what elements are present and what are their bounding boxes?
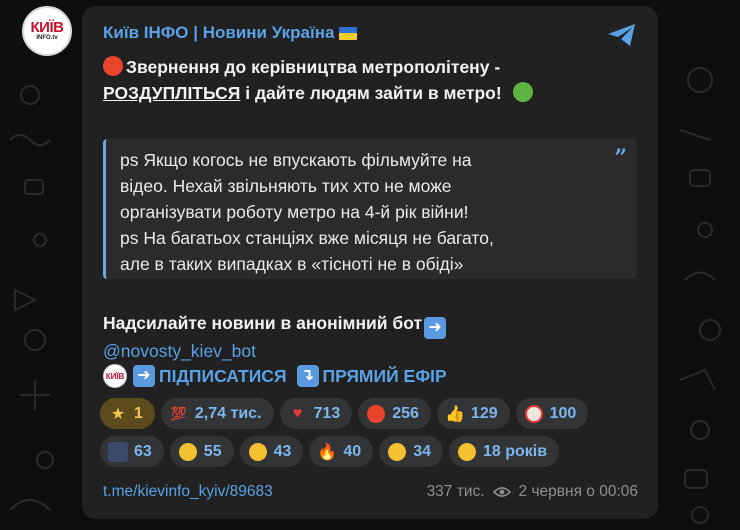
message-bubble: Київ ІНФО | Новини Україна Звернення до … [82,6,658,519]
reactions-row-1: ★ 1 💯 2,74 тис. ♥ 713 256 👍 129 100 [100,398,640,429]
channel-avatar[interactable]: КИЇВ INFO.tv [22,6,72,56]
share-icon[interactable] [606,22,638,48]
ukraine-flag-icon [338,26,357,40]
message-line-1: Звернення до керівництва метрополітену - [103,56,500,78]
reaction-angry[interactable]: 256 [358,398,431,429]
star-icon: ★ [110,405,126,423]
reactions-area: ★ 1 💯 2,74 тис. ♥ 713 256 👍 129 100 63 5… [100,398,640,474]
angry-face-icon [366,404,386,424]
reaction-count: 40 [343,442,362,460]
quote-line: але в таких випадках в «тісноті не в обі… [120,254,464,274]
post-link[interactable]: t.me/kievinfo_kyiv/89683 [103,483,273,501]
quote-line: організувати роботу метро на 4-й рік вій… [120,202,469,222]
reaction-hundred[interactable]: 💯 2,74 тис. [160,398,274,429]
laughing-face-icon [248,442,268,462]
grin-face-icon [457,442,477,462]
reaction-count: 129 [470,404,498,422]
subscribe-link[interactable]: ПІДПИСАТИСЯ [159,366,287,387]
reaction-star[interactable]: ★ 1 [100,398,155,429]
bot-handle-link[interactable]: @novosty_kiev_bot [103,341,256,362]
post-date: 2 червня о 00:06 [518,483,638,500]
reaction-count: 100 [549,404,577,422]
eye-icon [492,487,511,497]
reaction-count: 18 років [482,442,548,460]
views-count: 337 тис. [426,483,485,500]
quote-line: відео. Нехай звільняють тих хто не може [120,176,452,196]
reaction-count: 34 [413,442,431,460]
quote-line: ps На багатьох станціях вже місяця не ба… [120,228,494,248]
reaction-laughing[interactable]: 43 [239,436,304,467]
cta-text: Надсилайте новини в анонімний бот [103,313,423,333]
reaction-grin[interactable]: 18 років [448,436,560,467]
down-arrow-icon: ↴ [296,365,319,387]
right-arrow-icon: ➜ [424,317,447,339]
reaction-count: 2,74 тис. [194,404,262,422]
heart-icon: ♥ [292,404,303,422]
nauseated-face-icon [512,82,533,102]
subscribe-row: КИЇВ ➜ ПІДПИСАТИСЯ ↴ ПРЯМИЙ ЕФІР [103,364,447,388]
avatar-logo-text: КИЇВ [30,19,64,36]
reaction-count: 713 [313,404,341,422]
right-arrow-icon: ➜ [133,365,155,387]
reaction-fire[interactable]: 🔥 40 [309,436,374,467]
hundred-icon: 💯 [170,405,187,421]
underlined-shout: РОЗДУПЛІТЬСЯ [103,83,241,103]
fire-icon: 🔥 [317,443,338,461]
post-meta: 337 тис. 2 червня о 00:06 [427,483,638,501]
person-photo-icon [108,441,128,462]
reaction-mind-blown[interactable]: 34 [379,436,443,467]
reaction-heart[interactable]: ♥ 713 [279,398,353,429]
live-link[interactable]: ПРЯМИЙ ЕФІР [323,366,447,387]
reaction-screaming[interactable]: 55 [169,436,234,467]
screaming-face-icon [178,442,198,462]
channel-mini-logo-icon: КИЇВ [103,364,127,388]
reaction-thumbs-up[interactable]: 👍 129 [436,398,510,429]
channel-name[interactable]: Київ ІНФО | Новини Україна [103,23,335,43]
channel-name-header[interactable]: Київ ІНФО | Новини Україна [103,23,357,43]
reaction-count: 43 [273,442,292,460]
reaction-count: 55 [203,442,222,460]
quote-block: ” ps Якщо когось не впускають фільмуйте … [103,139,637,279]
thumbs-up-icon: 👍 [444,405,465,423]
message-line-2: РОЗДУПЛІТЬСЯ і дайте людям зайти в метро… [103,82,536,104]
angry-face-icon [103,56,123,76]
avatar-logo-subtext: INFO.tv [36,35,58,41]
reaction-count: 63 [134,442,152,460]
reaction-count: 256 [392,404,419,422]
quote-line: ps Якщо когось не впускають фільмуйте на [120,150,472,170]
reaction-count: 1 [134,404,143,422]
reactions-row-2: 63 55 43 🔥 40 34 18 років [100,436,640,467]
reaction-clown[interactable]: 100 [515,398,589,429]
clown-icon [524,404,544,424]
quote-mark-icon: ” [614,145,627,171]
reaction-person[interactable]: 63 [100,436,164,467]
mind-blown-icon [387,442,407,462]
cta-line: Надсилайте новини в анонімний бот ➜ [103,313,447,339]
